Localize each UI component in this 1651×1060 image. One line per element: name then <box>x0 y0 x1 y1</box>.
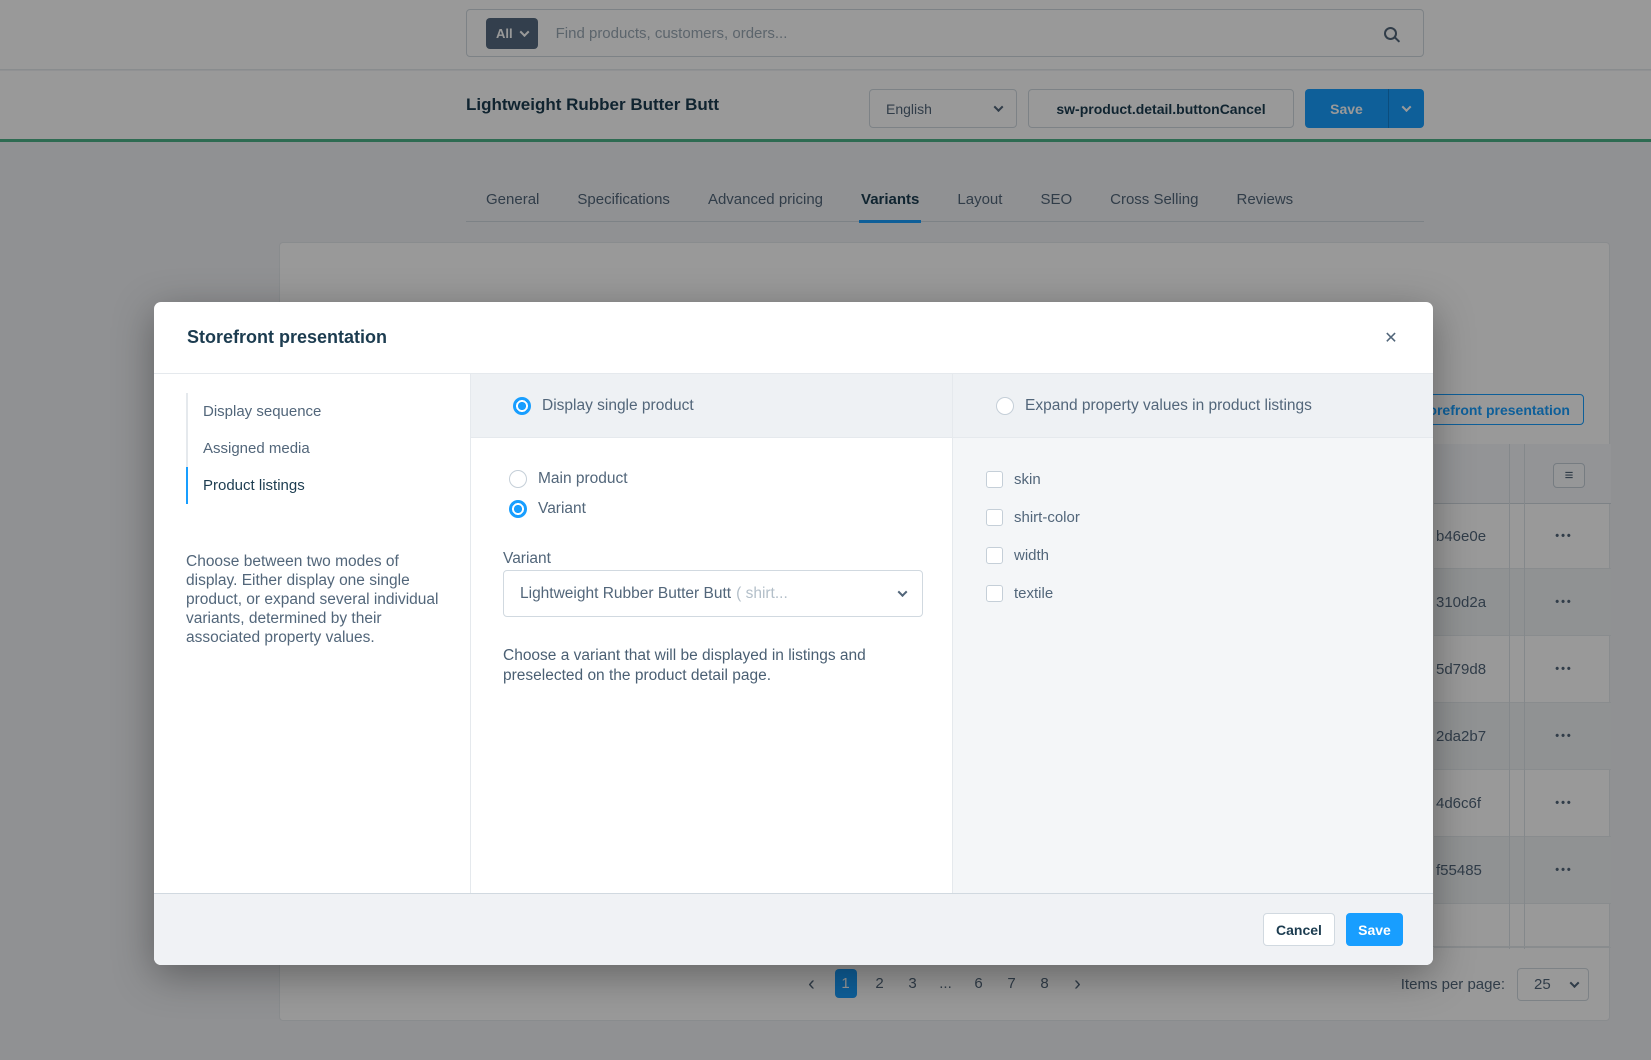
chevron-down-icon <box>898 587 908 597</box>
property-textile-label: textile <box>1014 585 1053 602</box>
expand-properties-header: Expand property values in product listin… <box>953 374 1433 438</box>
display-single-product-radio[interactable] <box>513 397 531 415</box>
property-textile-checkbox[interactable] <box>986 585 1003 602</box>
modal-footer: Cancel Save <box>154 893 1433 965</box>
single-product-header: Display single product <box>471 374 952 438</box>
display-single-product-label: Display single product <box>542 397 694 415</box>
property-width-label: width <box>1014 547 1049 564</box>
nav-item-display-sequence[interactable]: Display sequence <box>186 393 321 430</box>
expand-properties-column: Expand property values in product listin… <box>953 374 1433 893</box>
modal-title: Storefront presentation <box>187 327 387 348</box>
variant-radio[interactable] <box>509 500 527 518</box>
modal-body: Display sequence Assigned media Product … <box>154 374 1433 893</box>
expand-property-values-radio[interactable] <box>996 397 1014 415</box>
nav-item-assigned-media[interactable]: Assigned media <box>186 430 321 467</box>
variant-radio-label: Variant <box>538 500 586 518</box>
expand-property-values-label: Expand property values in product listin… <box>1025 397 1312 415</box>
property-skin-label: skin <box>1014 471 1041 488</box>
close-icon[interactable]: ✕ <box>1379 326 1403 350</box>
variant-select-value: Lightweight Rubber Butter Butt <box>520 585 731 603</box>
main-product-label: Main product <box>538 470 628 488</box>
property-width-checkbox[interactable] <box>986 547 1003 564</box>
variant-help-text: Choose a variant that will be displayed … <box>503 646 905 686</box>
variant-select[interactable]: Lightweight Rubber Butter Butt ( shirt..… <box>503 570 923 617</box>
modal-save-button[interactable]: Save <box>1346 913 1403 946</box>
app-window: All Lightweight Rubber Butter Butt Engli… <box>0 0 1651 1060</box>
main-product-radio[interactable] <box>509 470 527 488</box>
modal-nav: Display sequence Assigned media Product … <box>186 393 321 504</box>
single-product-column: Display single product Main product Vari… <box>471 374 953 893</box>
modal-sidebar: Display sequence Assigned media Product … <box>154 374 471 893</box>
modal-cancel-button[interactable]: Cancel <box>1263 913 1335 946</box>
storefront-presentation-modal: Storefront presentation ✕ Display sequen… <box>154 302 1433 965</box>
property-skin-checkbox[interactable] <box>986 471 1003 488</box>
variant-field-label: Variant <box>503 550 551 568</box>
property-shirt-color-checkbox[interactable] <box>986 509 1003 526</box>
mode-description: Choose between two modes of display. Eit… <box>186 552 440 647</box>
property-shirt-color-label: shirt-color <box>1014 509 1080 526</box>
modal-header: Storefront presentation ✕ <box>154 302 1433 374</box>
nav-item-product-listings[interactable]: Product listings <box>186 467 321 504</box>
variant-select-value-suffix: ( shirt... <box>736 585 788 603</box>
